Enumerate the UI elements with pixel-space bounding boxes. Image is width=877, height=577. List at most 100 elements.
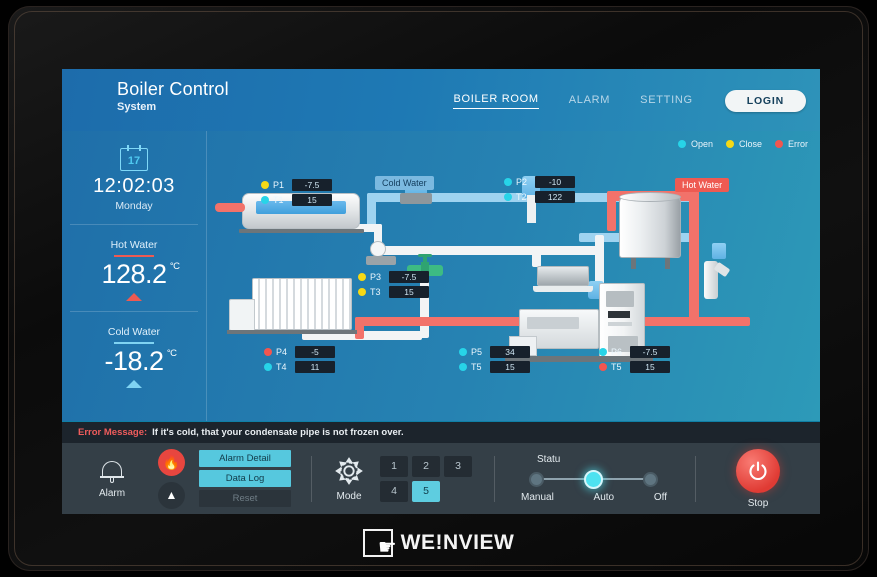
tag-group-p4-t4: P4 -5 T4 11	[264, 346, 335, 373]
valve-body-top	[400, 193, 432, 204]
fire-icon[interactable]: 🔥	[158, 448, 185, 476]
pipe-white-upper-right	[532, 249, 541, 267]
tag-value: -7.5	[389, 271, 429, 283]
mode-button-3[interactable]: 3	[444, 455, 472, 477]
alarm-button-stack: Alarm Detail Data Log Reset	[199, 450, 291, 507]
status-dot-icon	[358, 288, 366, 296]
status-dot-icon	[264, 363, 272, 371]
tag-name: T3	[370, 287, 381, 297]
tag-name: T4	[276, 362, 287, 372]
tank-dome	[619, 192, 681, 202]
reset-button[interactable]: Reset	[199, 490, 291, 507]
inline-fitting-1	[366, 256, 396, 265]
tag-group-p5-t5: P5 34 T5 15	[459, 346, 530, 373]
error-label: Error Message:	[78, 427, 148, 438]
gauge-hot-water: Hot Water 128.2 °C	[62, 225, 206, 311]
tank-base	[239, 229, 364, 233]
boiler-panel	[527, 317, 579, 329]
tag-value: 15	[630, 361, 670, 373]
status-dot-icon	[264, 348, 272, 356]
gauge-dial	[370, 241, 386, 257]
body-area: 17 12:02:03 Monday Hot Water 128.2 °C Co…	[62, 131, 820, 421]
gauge-underline	[114, 255, 154, 257]
tag-group-p6-t5: P6 -7.5 T5 15	[599, 346, 670, 373]
tab-setting[interactable]: SETTING	[640, 94, 693, 109]
hand-cursor-icon: ☛	[377, 536, 397, 559]
stop-button[interactable]	[736, 448, 780, 493]
clock-weekday: Monday	[115, 200, 153, 212]
mode-button-5[interactable]: 5	[412, 480, 440, 502]
cone-icon[interactable]: ▲	[158, 481, 185, 509]
legend-item-close: Close	[725, 139, 762, 149]
app-header: Boiler Control System BOILER ROOM ALARM …	[62, 69, 820, 131]
status-labels: Manual Auto Off	[521, 492, 667, 503]
tag-name: T1	[273, 195, 284, 205]
legend-label: Close	[738, 139, 762, 149]
vtank-leg-left	[631, 258, 636, 269]
status-dot-icon	[459, 363, 467, 371]
tag-row: P6 -7.5	[599, 346, 670, 358]
status-legend: Open Close Error	[677, 139, 808, 149]
tank-inlet-nozzle	[215, 203, 245, 212]
tag-value: 15	[389, 286, 429, 298]
status-dot-close-icon	[725, 140, 734, 148]
tag-row: T4 11	[264, 361, 335, 373]
alarm-group: Alarm 🔥 ▲ Alarm Detail Data Log Reset	[62, 443, 291, 514]
tag-value: 122	[535, 191, 575, 203]
status-label-auto[interactable]: Auto	[594, 492, 615, 503]
stop-caption: Stop	[747, 497, 769, 509]
alarm-detail-button[interactable]: Alarm Detail	[199, 450, 291, 467]
tag-row: T5 15	[459, 361, 530, 373]
mode-button-2[interactable]: 2	[412, 455, 440, 477]
mode-slot-empty	[444, 481, 472, 502]
status-slider[interactable]	[529, 469, 659, 489]
slider-knob-off[interactable]	[643, 472, 658, 487]
tag-name: P1	[273, 180, 285, 190]
clock-time: 12:02:03	[93, 175, 175, 197]
gauge-unit: °C	[166, 348, 177, 359]
tag-row: P1 -7.5	[261, 179, 332, 191]
page-title: Boiler Control	[117, 79, 229, 99]
radiator-unit	[252, 278, 352, 330]
tag-value: 15	[490, 361, 530, 373]
tag-row: P4 -5	[264, 346, 335, 358]
pipe-white-horizontal-mid	[374, 246, 604, 255]
tag-name: P6	[611, 347, 623, 357]
status-group: Statu Manual Auto Off	[495, 454, 667, 503]
slider-knob-auto[interactable]	[584, 470, 603, 489]
tab-alarm[interactable]: ALARM	[569, 94, 610, 109]
legend-item-open: Open	[677, 139, 713, 149]
mode-button-1[interactable]: 1	[380, 455, 408, 477]
gauge-trend-arrow	[126, 380, 142, 388]
radiator-base	[227, 330, 357, 334]
tag-name: P2	[516, 177, 528, 187]
status-dot-error-icon	[775, 140, 783, 148]
tag-row: P3 -7.5	[358, 271, 429, 283]
tag-name: T5	[611, 362, 622, 372]
tag-group-p3-t3: P3 -7.5 T3 15	[358, 271, 429, 298]
slider-knob-manual[interactable]	[529, 472, 544, 487]
status-dot-icon	[261, 196, 269, 204]
tag-value: 11	[295, 361, 335, 373]
brand-logo: ☛ WE!NVIEW	[8, 529, 869, 559]
tag-name: P4	[276, 347, 288, 357]
status-label-manual[interactable]: Manual	[521, 492, 554, 503]
gauge-cold-water: Cold Water -18.2 °C	[62, 312, 206, 398]
valve-actuator-right	[712, 243, 726, 259]
page-subtitle: System	[117, 101, 157, 113]
status-label-off[interactable]: Off	[654, 492, 667, 503]
tag-name: T5	[471, 362, 482, 372]
mode-button-4[interactable]: 4	[380, 480, 408, 502]
heat-exchanger-base	[533, 286, 593, 292]
stop-group: Stop	[736, 448, 780, 509]
gauge-unit: °C	[169, 261, 180, 272]
gauge-number: -18.2	[104, 346, 164, 376]
data-log-button[interactable]: Data Log	[199, 470, 291, 487]
tag-name: T2	[516, 192, 527, 202]
calendar-icon: 17	[120, 145, 148, 171]
login-button[interactable]: LOGIN	[724, 90, 806, 112]
tab-boiler-room[interactable]: BOILER ROOM	[453, 93, 539, 109]
tag-value: 34	[490, 346, 530, 358]
gauge-value: 128.2 °C	[101, 259, 180, 290]
alarm-indicator[interactable]: Alarm	[80, 459, 144, 499]
